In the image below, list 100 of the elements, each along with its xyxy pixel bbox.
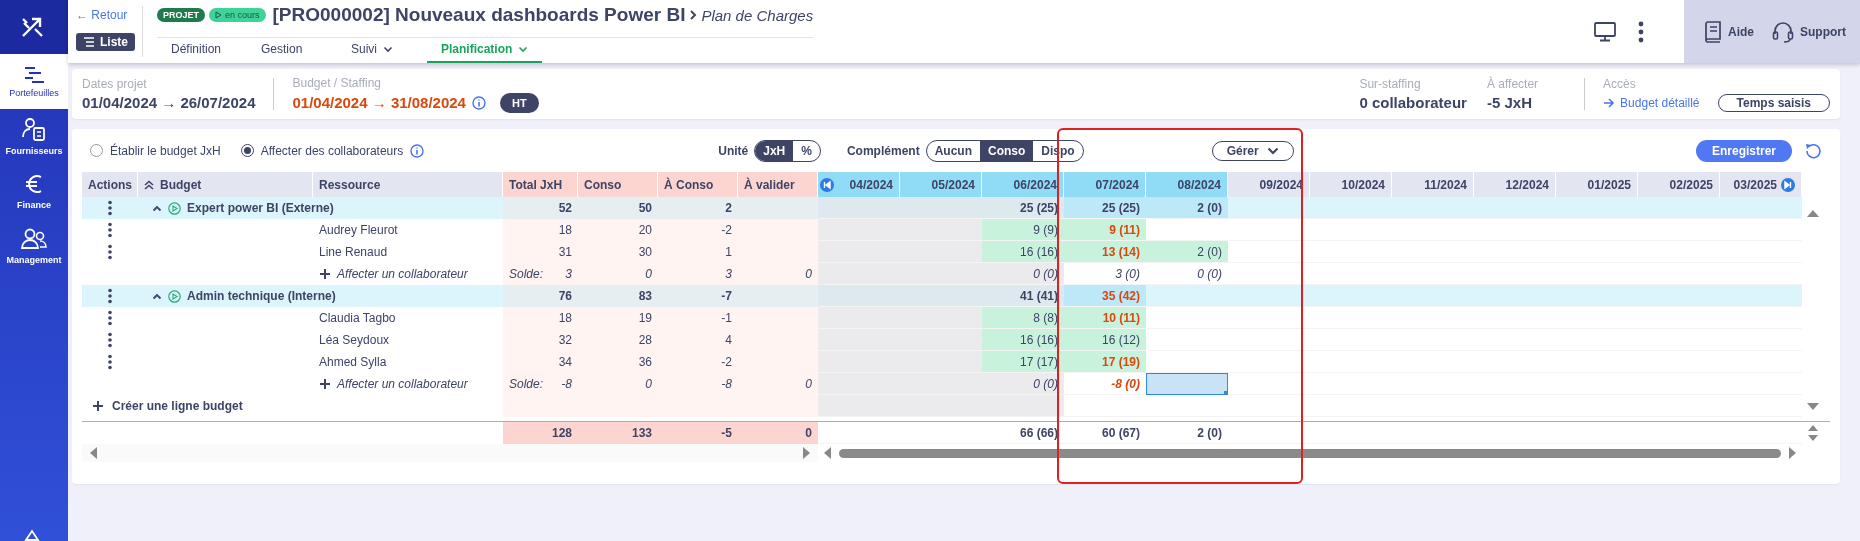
month-cell[interactable]: 17 (19): [1064, 351, 1146, 373]
column-header[interactable]: Budget: [160, 177, 202, 192]
kebab-icon[interactable]: [107, 354, 113, 370]
scroll-left-icon[interactable]: [88, 446, 99, 460]
app-logo[interactable]: [0, 0, 68, 54]
scroll-right-icon[interactable]: [801, 446, 812, 460]
create-budget-line-link[interactable]: Créer une ligne budget: [112, 399, 243, 413]
table-cell: 31: [503, 241, 578, 263]
month-cell[interactable]: 16 (12): [1064, 329, 1146, 351]
chevron-up-icon[interactable]: [152, 204, 162, 212]
number-cell: -8: [561, 377, 572, 391]
balance-label: Solde:: [509, 267, 544, 281]
manage-dropdown[interactable]: Gérer: [1211, 140, 1294, 161]
month-cell[interactable]: [818, 219, 900, 241]
support-button[interactable]: Support: [1772, 20, 1846, 43]
month-cell[interactable]: 2 (0): [1146, 197, 1228, 219]
month-cell[interactable]: [900, 307, 982, 329]
plus-icon[interactable]: [92, 400, 104, 412]
back-link[interactable]: ← Retour: [76, 8, 142, 22]
scroll-arrows-icon[interactable]: [1807, 424, 1819, 442]
month-cell[interactable]: [818, 197, 900, 219]
table-cell: 18: [503, 219, 578, 241]
resource-name: Léa Seydoux: [319, 333, 390, 347]
time-entries-button[interactable]: Temps saisis: [1717, 93, 1830, 112]
chevron-down-icon: [383, 45, 393, 53]
monitor-icon[interactable]: [1594, 21, 1616, 42]
assign-collaborator-link[interactable]: Affecter un collaborateur: [337, 377, 468, 391]
month-cell[interactable]: 41 (41): [982, 285, 1064, 307]
segment-option[interactable]: Aucun: [926, 140, 980, 161]
kebab-icon[interactable]: [107, 200, 113, 216]
month-cell[interactable]: 8 (8): [982, 307, 1064, 329]
month-cell[interactable]: [900, 329, 982, 351]
double-chevron-up-icon[interactable]: [144, 179, 154, 190]
month-cell[interactable]: [1228, 197, 1310, 219]
month-cell[interactable]: [900, 241, 982, 263]
radio-label[interactable]: Établir le budget JxH: [110, 143, 221, 158]
kebab-icon[interactable]: [107, 222, 113, 238]
month-cell[interactable]: 9 (9): [982, 219, 1064, 241]
month-cell[interactable]: 9 (11): [1064, 219, 1146, 241]
month-cell[interactable]: 13 (14): [1064, 241, 1146, 263]
month-header: 11/2024: [1424, 177, 1467, 192]
month-cell[interactable]: 25 (25): [1064, 197, 1146, 219]
save-button[interactable]: Enregistrer: [1695, 139, 1792, 162]
month-cell[interactable]: 0 (0): [982, 263, 1064, 285]
month-cell[interactable]: [1720, 285, 1802, 307]
plus-icon[interactable]: [319, 268, 331, 280]
sidebar-item[interactable]: Finance: [0, 164, 68, 219]
sidebar-item[interactable]: Fournisseurs: [0, 109, 68, 164]
month-cell[interactable]: [900, 219, 982, 241]
project-dates: 01/04/2024 → 26/07/2024: [82, 94, 256, 111]
segment-option[interactable]: %: [793, 140, 820, 161]
refresh-icon[interactable]: [1804, 141, 1822, 160]
play-circle-icon[interactable]: [168, 289, 181, 303]
month-header: 08/2024: [1177, 177, 1221, 192]
month-cell[interactable]: [1720, 197, 1802, 219]
month-cell[interactable]: [982, 395, 1064, 417]
month-cell[interactable]: 0 (0): [982, 373, 1064, 395]
segment-option[interactable]: Conso: [980, 140, 1034, 161]
tax-badge[interactable]: HT: [499, 92, 539, 113]
plus-icon[interactable]: [319, 378, 331, 390]
kebab-icon[interactable]: [107, 244, 113, 260]
help-button[interactable]: Aide: [1704, 20, 1754, 43]
scroll-left-icon[interactable]: [822, 446, 833, 460]
month-cell[interactable]: 16 (16): [982, 241, 1064, 263]
selected-cell[interactable]: [1146, 373, 1228, 395]
sidebar-item[interactable]: Management: [0, 219, 68, 274]
column-header[interactable]: Ressource: [319, 177, 381, 192]
kebab-icon[interactable]: [107, 332, 113, 348]
radio-label[interactable]: Affecter des collaborateurs: [260, 143, 404, 158]
skip-start-icon[interactable]: [820, 177, 834, 192]
month-cell[interactable]: 16 (16): [982, 329, 1064, 351]
month-cell[interactable]: [1146, 285, 1228, 307]
month-cell[interactable]: [900, 351, 982, 373]
chevron-up-icon[interactable]: [152, 292, 162, 300]
month-cell[interactable]: 2 (0): [1146, 241, 1228, 263]
month-cell[interactable]: 25 (25): [982, 197, 1064, 219]
month-header: 03/2025: [1733, 177, 1777, 192]
project-title: [PRO000002] Nouveaux dashboards Power BI: [272, 4, 686, 26]
skip-end-icon[interactable]: [1781, 177, 1795, 192]
resource-name: Ahmed Sylla: [319, 355, 387, 369]
tab[interactable]: Définition: [157, 38, 247, 63]
assign-collaborator-link[interactable]: Affecter un collaborateur: [337, 267, 468, 281]
list-button[interactable]: Liste: [76, 33, 135, 51]
tab[interactable]: Gestion: [247, 38, 337, 63]
sidebar-item[interactable]: Portefeuilles: [0, 54, 68, 109]
month-cell[interactable]: [818, 263, 900, 285]
month-cell[interactable]: [818, 307, 900, 329]
scrollbar-thumb[interactable]: [839, 448, 1781, 458]
play-circle-icon[interactable]: [168, 201, 181, 215]
tab[interactable]: Suivi: [337, 38, 427, 63]
segment-option[interactable]: JxH: [755, 140, 794, 161]
month-cell[interactable]: 17 (17): [982, 351, 1064, 373]
scroll-right-icon[interactable]: [1787, 446, 1798, 460]
kebab-icon[interactable]: [107, 288, 113, 304]
month-cell[interactable]: [818, 285, 900, 307]
kebab-icon[interactable]: [107, 310, 113, 326]
kebab-icon[interactable]: [1638, 20, 1644, 43]
info-icon: [471, 95, 486, 110]
detailed-budget-link[interactable]: Budget détaillé: [1603, 95, 1700, 110]
month-cell[interactable]: 10 (11): [1064, 307, 1146, 329]
